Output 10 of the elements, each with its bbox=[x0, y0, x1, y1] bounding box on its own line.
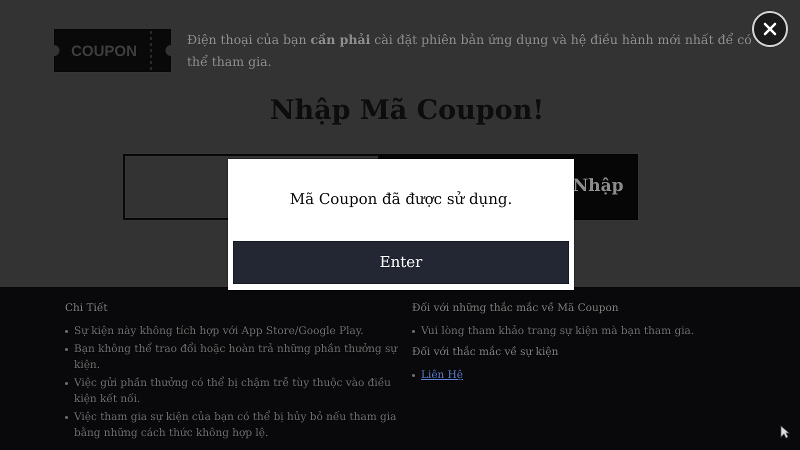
section-heading: Đối với thắc mắc về sự kiện bbox=[412, 344, 560, 360]
info-text: Việc tham gia sự kiện của bạn có thể bị hủy bỏ nếu tham gia bằng những cách thức không hợp lệ. bbox=[74, 410, 398, 441]
info-text: Bạn không thể trao đổi hoặc hoàn trả những phần thưởng sự kiện. bbox=[74, 342, 399, 373]
info-text: Việc gửi phần thưởng có thể bị chậm trễ tùy thuộc vào điều kiện kết nối. bbox=[74, 376, 392, 407]
info-text: Vui lòng tham khảo trang sự kiện mà bạn tham gia. bbox=[421, 324, 694, 339]
dialog-message: Mã Coupon đã được sử dụng. bbox=[288, 189, 514, 210]
info-text: Sự kiện này không tích hợp với App Store/Google Play. bbox=[74, 324, 364, 339]
section-heading: Đối với những thắc mắc về Mã Coupon bbox=[412, 301, 620, 316]
section-heading: Chi Tiết bbox=[65, 301, 109, 316]
notice-text: Điện thoại của bạn cần phải cài đặt phiên bản ứng dụng và hệ điều hành mới nhất để có thể tham gia. bbox=[187, 31, 753, 71]
